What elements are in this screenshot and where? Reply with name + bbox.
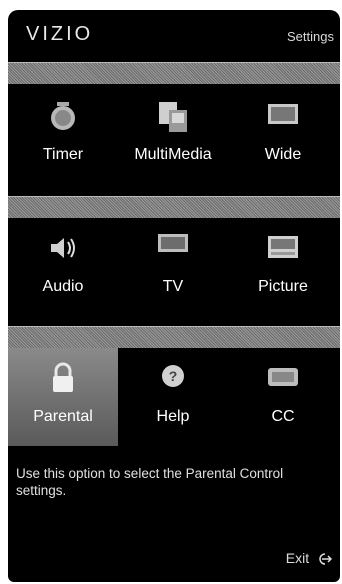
audio-icon bbox=[51, 238, 75, 258]
brand-logo: VIZIO bbox=[26, 23, 94, 45]
menu-item-label: Audio bbox=[42, 278, 84, 295]
menu-item-timer[interactable]: Timer bbox=[8, 86, 118, 184]
closed-caption-icon bbox=[268, 368, 298, 386]
menu-item-help[interactable]: ? Help bbox=[118, 348, 228, 446]
menu-item-cc[interactable]: CC bbox=[228, 348, 338, 446]
settings-menu-screen: VIZIO Settings Timer MultiMedia Wide Aud… bbox=[8, 10, 340, 582]
timer-icon bbox=[51, 102, 75, 130]
menu-item-tv[interactable]: TV bbox=[118, 218, 228, 316]
row-divider bbox=[8, 196, 340, 218]
header: VIZIO Settings bbox=[8, 10, 340, 60]
wide-icon bbox=[268, 104, 298, 124]
menu-item-parental[interactable]: Parental bbox=[8, 348, 118, 446]
menu-item-audio[interactable]: Audio bbox=[8, 218, 118, 316]
svg-text:?: ? bbox=[169, 368, 178, 384]
menu-item-label: MultiMedia bbox=[134, 146, 212, 163]
multimedia-icon bbox=[159, 102, 187, 132]
exit-icon bbox=[319, 553, 333, 566]
menu-item-label: Wide bbox=[264, 146, 302, 163]
menu-item-multimedia[interactable]: MultiMedia bbox=[118, 86, 228, 184]
menu-item-label: Picture bbox=[258, 278, 308, 295]
menu-item-label: Timer bbox=[42, 146, 84, 163]
tv-icon bbox=[158, 234, 188, 252]
row-divider bbox=[8, 326, 340, 348]
picture-icon bbox=[268, 236, 298, 258]
help-text: Use this option to select the Parental C… bbox=[16, 466, 284, 498]
menu-item-label: Parental bbox=[33, 408, 93, 425]
row-divider bbox=[8, 62, 340, 84]
menu-item-picture[interactable]: Picture bbox=[228, 218, 338, 316]
menu-item-label: CC bbox=[271, 408, 295, 425]
help-icon: ? bbox=[162, 365, 184, 387]
section-title: Settings bbox=[287, 29, 334, 44]
menu-item-wide[interactable]: Wide bbox=[228, 86, 338, 184]
exit-button[interactable]: Exit bbox=[285, 550, 333, 566]
exit-label: Exit bbox=[285, 550, 310, 566]
lock-icon bbox=[53, 362, 73, 392]
menu-item-label: Help bbox=[156, 408, 190, 425]
menu-item-label: TV bbox=[162, 278, 184, 295]
